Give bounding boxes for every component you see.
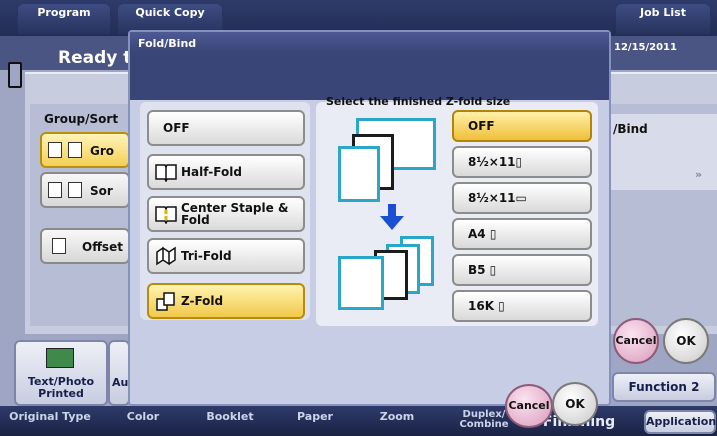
- dialog-ok-button[interactable]: OK: [552, 382, 598, 426]
- half-fold-button[interactable]: Half-Fold: [147, 154, 305, 190]
- z-fold-label: Z-Fold: [181, 294, 224, 308]
- zsize-b5-button[interactable]: B5 ▯: [452, 254, 592, 286]
- group-sort-label: Group/Sort: [44, 112, 119, 126]
- sort-button-label: Sor: [90, 184, 113, 198]
- down-arrow-icon: [380, 204, 404, 230]
- text-photo-label: Text/Photo Printed: [27, 375, 95, 400]
- tri-fold-button[interactable]: Tri-Fold: [147, 238, 305, 274]
- dialog-title: Fold/Bind: [138, 37, 197, 50]
- z-fold-button[interactable]: Z-Fold: [147, 283, 305, 319]
- zsize-letter-portrait-button[interactable]: 8½×11▯: [452, 146, 592, 178]
- tab-paper[interactable]: Paper: [290, 410, 340, 423]
- group-button[interactable]: Gro: [40, 132, 130, 168]
- color-button[interactable]: Au: [108, 340, 130, 406]
- zsize-letter-landscape-button[interactable]: 8½×11▭: [452, 182, 592, 214]
- dialog-title-bar: Fold/Bind: [130, 32, 609, 52]
- sort-icon-2: [68, 182, 82, 198]
- text-photo-icon: [46, 348, 74, 368]
- tab-color[interactable]: Color: [118, 410, 168, 423]
- status-indicator-icon: [8, 62, 22, 88]
- fold-off-label: OFF: [163, 121, 190, 135]
- tab-duplex-combine[interactable]: Duplex/ Combine: [455, 410, 513, 430]
- folded-sheet-1: [338, 256, 384, 310]
- fold-bind-summary-label: /Bind: [613, 122, 648, 136]
- bg-cancel-button[interactable]: Cancel: [613, 318, 659, 364]
- zsize-a4-button[interactable]: A4 ▯: [452, 218, 592, 250]
- half-fold-icon: [155, 162, 177, 183]
- group-icon-2: [68, 142, 82, 158]
- page-sheet-front: [338, 146, 380, 202]
- group-icon: [48, 142, 62, 158]
- bg-ok-button[interactable]: OK: [663, 318, 709, 364]
- tab-booklet[interactable]: Booklet: [200, 410, 260, 423]
- fold-off-button[interactable]: OFF: [147, 110, 305, 146]
- zfold-illustration: [334, 112, 446, 316]
- zfold-size-heading: Select the finished Z-fold size: [326, 95, 511, 108]
- status-message: Ready t: [58, 48, 132, 68]
- group-button-label: Gro: [90, 144, 115, 158]
- center-staple-fold-label: Center Staple & Fold: [181, 201, 289, 227]
- dialog-header-band: [130, 52, 609, 100]
- tab-program[interactable]: Program: [18, 4, 110, 34]
- dialog-cancel-button[interactable]: Cancel: [505, 384, 553, 428]
- offset-button-label: Offset: [82, 240, 123, 254]
- sort-icon: [48, 182, 62, 198]
- sort-button[interactable]: Sor: [40, 172, 130, 208]
- original-type-button[interactable]: Text/Photo Printed: [14, 340, 108, 406]
- center-staple-fold-button[interactable]: Center Staple & Fold: [147, 196, 305, 232]
- offset-icon: [52, 238, 66, 254]
- half-fold-label: Half-Fold: [181, 165, 242, 179]
- application-button[interactable]: Application: [644, 410, 716, 434]
- job-list-button[interactable]: Job List: [616, 4, 710, 34]
- zsize-16k-button[interactable]: 16K ▯: [452, 290, 592, 322]
- double-chevron-icon: »: [695, 168, 703, 181]
- tab-original-type[interactable]: Original Type: [4, 410, 96, 423]
- function-2-button[interactable]: Function 2: [612, 372, 716, 402]
- tri-fold-label: Tri-Fold: [181, 249, 232, 263]
- color-auto-label: Au: [112, 376, 129, 389]
- tri-fold-icon: [155, 246, 177, 266]
- z-fold-icon: [155, 291, 177, 311]
- zsize-off-button[interactable]: OFF: [452, 110, 592, 142]
- date-display: 12/15/2011: [614, 42, 677, 53]
- center-staple-fold-icon: [155, 204, 177, 225]
- fold-bind-summary[interactable]: /Bind »: [611, 114, 717, 190]
- tab-zoom[interactable]: Zoom: [372, 410, 422, 423]
- offset-button[interactable]: Offset: [40, 228, 130, 264]
